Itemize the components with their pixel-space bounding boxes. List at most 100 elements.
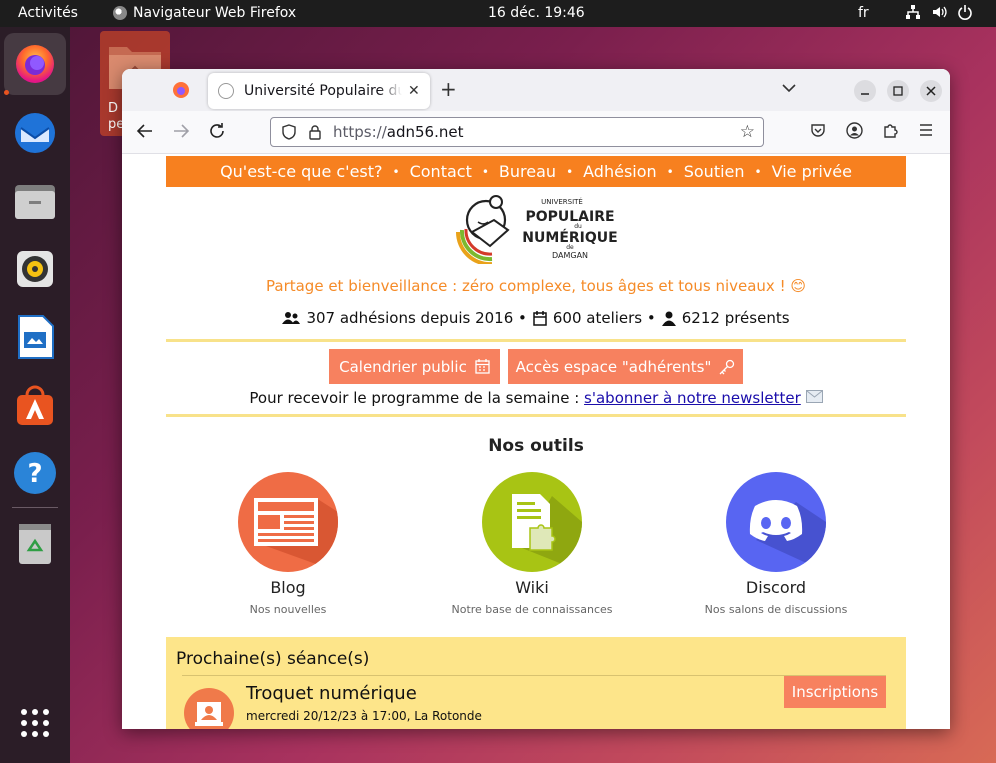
newsletter-text: Pour recevoir le programme de la semaine… (249, 389, 580, 407)
trash-icon (19, 524, 51, 564)
firefox-icon (173, 82, 189, 98)
site-nav: Qu'est-ce que c'est? • Contact • Bureau … (166, 156, 906, 187)
tool-name: Discord (745, 578, 807, 597)
writer-icon (18, 315, 54, 359)
navigation-toolbar: https://adn56.net ☆ (122, 111, 950, 154)
dock-files[interactable] (11, 177, 59, 225)
url-text: https://adn56.net (333, 123, 464, 141)
top-bar: Activités Navigateur Web Firefox 16 déc.… (0, 0, 996, 27)
bookmark-star-icon[interactable]: ☆ (740, 122, 755, 142)
dock-writer[interactable] (11, 313, 59, 361)
clock[interactable]: 16 déc. 19:46 (488, 5, 585, 21)
user-icon (661, 311, 676, 326)
extensions-button[interactable] (882, 122, 898, 142)
account-button[interactable] (846, 122, 863, 143)
event-title[interactable]: Troquet numérique (246, 683, 417, 704)
app-menu[interactable]: Navigateur Web Firefox (113, 5, 296, 21)
volume-icon (933, 6, 947, 18)
next-sessions: Prochaine(s) séance(s) Troquet numérique… (166, 637, 906, 729)
thunderbird-icon (15, 113, 55, 153)
divider (182, 675, 886, 676)
firefox-icon (113, 6, 127, 20)
maximize-button[interactable] (887, 80, 909, 102)
nav-link-bureau[interactable]: Bureau (499, 162, 556, 181)
tool-discord[interactable]: Discord Nos salons de discussions (676, 472, 876, 616)
nav-link-privacy[interactable]: Vie privée (772, 162, 852, 181)
nav-link-what[interactable]: Qu'est-ce que c'est? (220, 162, 382, 181)
next-sessions-title: Prochaine(s) séance(s) (176, 649, 370, 669)
nav-separator: • (566, 164, 574, 179)
reload-button[interactable] (208, 122, 226, 145)
dock-show-apps[interactable] (11, 699, 59, 747)
nav-link-membership[interactable]: Adhésion (583, 162, 657, 181)
logo-line3: du (574, 223, 582, 230)
workshops-stat: 600 ateliers • (552, 309, 656, 327)
power-icon (958, 5, 972, 20)
tool-wiki[interactable]: Wiki Notre base de connaissances (432, 472, 632, 616)
tab-bar: Université Populaire du N ✕ + (122, 69, 950, 111)
close-tab-icon[interactable]: ✕ (408, 83, 420, 99)
divider (166, 339, 906, 342)
grid-icon (21, 709, 49, 737)
site-favicon (218, 83, 234, 99)
maximize-icon (893, 86, 903, 96)
dock-rhythmbox[interactable] (11, 245, 59, 293)
running-indicator (4, 90, 9, 95)
nav-separator: • (754, 164, 762, 179)
minimize-button[interactable] (854, 80, 876, 102)
logo-line2: POPULAIRE (525, 209, 614, 225)
nav-separator: • (392, 164, 400, 179)
nav-link-contact[interactable]: Contact (410, 162, 472, 181)
menu-button[interactable] (918, 122, 934, 142)
list-tabs-button[interactable] (782, 81, 796, 97)
close-window-button[interactable] (920, 80, 942, 102)
tool-blog[interactable]: Blog Nos nouvelles (188, 472, 388, 616)
wiki-icon (482, 472, 582, 572)
nav-separator: • (666, 164, 674, 179)
back-button[interactable] (136, 122, 154, 145)
input-language[interactable]: fr (858, 5, 869, 21)
minimize-icon (861, 93, 869, 95)
pocket-button[interactable] (810, 122, 826, 142)
envelope-icon (805, 390, 823, 403)
svg-text:?: ? (27, 459, 42, 489)
nav-separator: • (481, 164, 489, 179)
arrow-right-icon (174, 124, 190, 138)
shield-icon[interactable] (281, 124, 297, 140)
logo-line1: UNIVERSITÉ (541, 197, 583, 206)
event-icon (184, 688, 234, 729)
system-menu[interactable] (905, 4, 973, 20)
lock-icon[interactable] (307, 124, 323, 140)
register-button[interactable]: Inscriptions (784, 676, 886, 708)
dock-app-center[interactable] (11, 381, 59, 429)
calendar-icon (475, 359, 490, 374)
nav-link-support[interactable]: Soutien (684, 162, 745, 181)
pocket-icon (811, 124, 825, 137)
dock-help[interactable]: ? (11, 449, 59, 497)
dock-firefox[interactable] (4, 33, 66, 95)
members-stat: 307 adhésions depuis 2016 • (306, 309, 527, 327)
logo-line5: de (566, 244, 574, 251)
forward-button[interactable] (172, 122, 190, 145)
network-icon (906, 5, 920, 19)
url-bar[interactable]: https://adn56.net ☆ (270, 117, 764, 147)
public-calendar-button[interactable]: Calendrier public (329, 349, 500, 384)
firefox-view-button[interactable] (168, 77, 194, 103)
close-icon (926, 86, 936, 96)
public-calendar-label: Calendrier public (339, 357, 467, 376)
newsletter-line: Pour recevoir le programme de la semaine… (166, 389, 906, 407)
tab-active[interactable]: Université Populaire du N ✕ (208, 73, 430, 109)
newsletter-link[interactable]: s'abonner à notre newsletter (584, 389, 801, 407)
site-logo[interactable]: UNIVERSITÉ POPULAIRE du NUMÉRIQUE de DAM… (452, 192, 626, 267)
site-container: Qu'est-ce que c'est? • Contact • Bureau … (166, 154, 906, 729)
members-area-button[interactable]: Accès espace "adhérents" (508, 349, 743, 384)
tools-title: Nos outils (488, 436, 584, 456)
members-area-label: Accès espace "adhérents" (515, 357, 712, 376)
dock-separator (12, 507, 58, 508)
key-icon (719, 359, 735, 374)
activities-button[interactable]: Activités (18, 5, 78, 21)
new-tab-button[interactable]: + (440, 79, 457, 99)
dock-trash[interactable] (11, 519, 59, 567)
tool-desc: Notre base de connaissances (451, 603, 613, 616)
dock-thunderbird[interactable] (11, 109, 59, 157)
